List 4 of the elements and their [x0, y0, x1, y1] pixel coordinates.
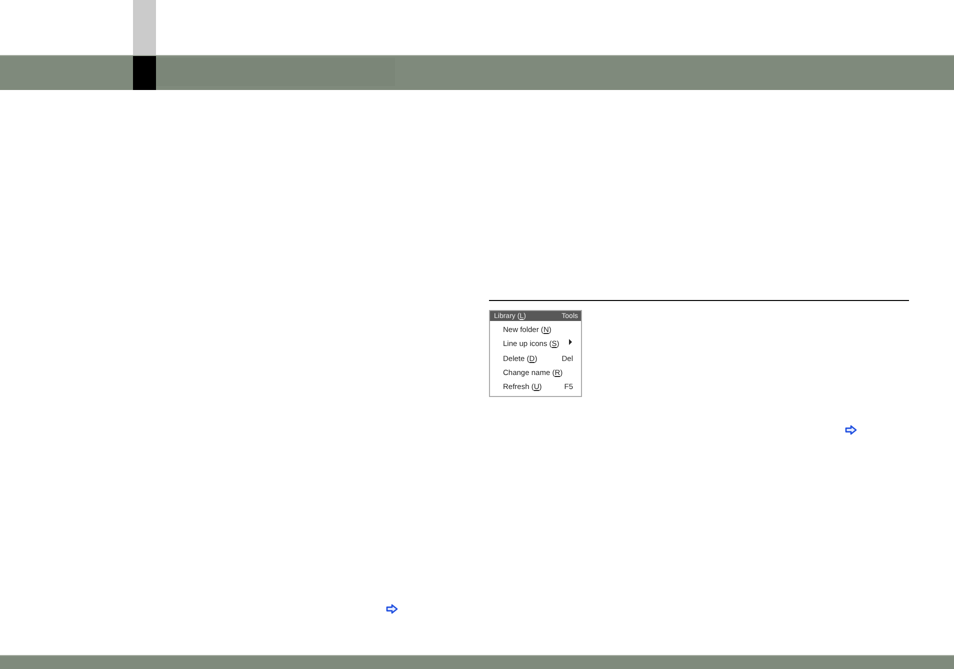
- arrow-right-icon: [845, 425, 857, 435]
- tab-marker: [133, 0, 156, 55]
- header-marker: [133, 56, 156, 90]
- arrow-right-icon: [386, 604, 398, 614]
